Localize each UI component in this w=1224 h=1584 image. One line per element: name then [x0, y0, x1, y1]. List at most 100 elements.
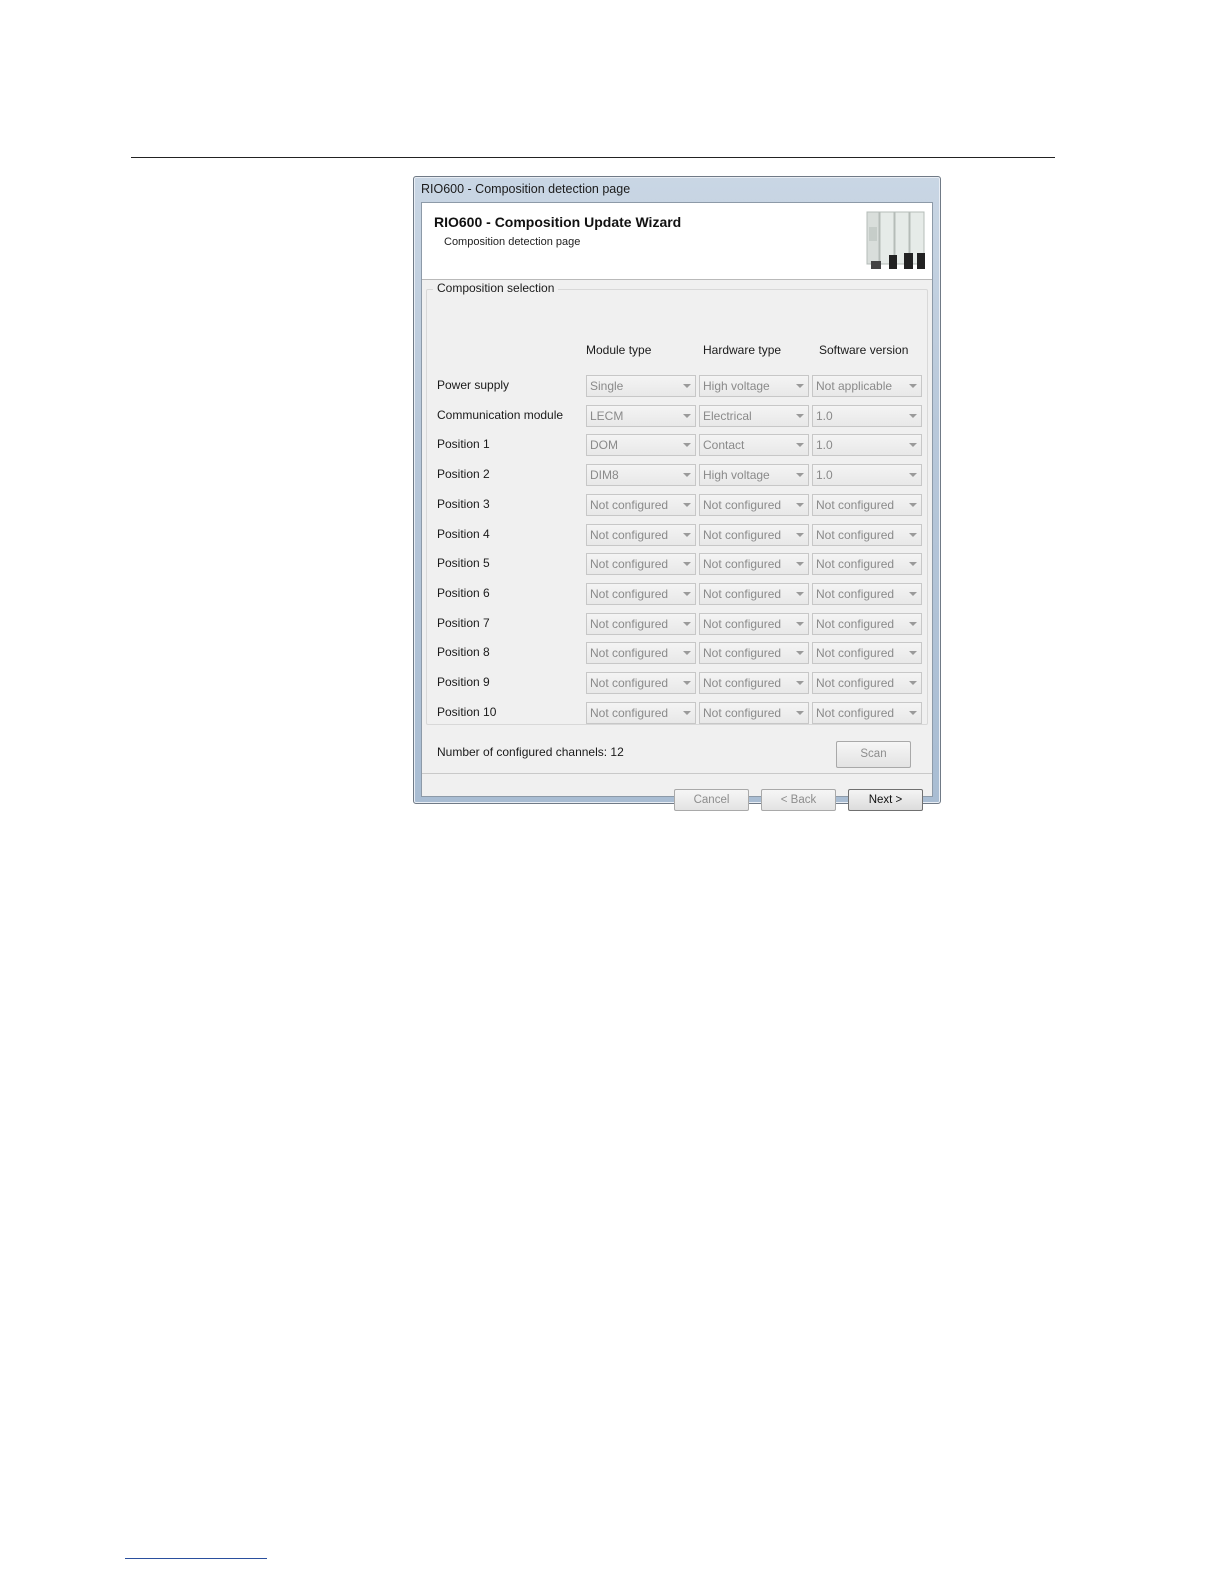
software-type-combobox[interactable]: Not applicable: [812, 375, 922, 397]
row-label: Power supply: [437, 378, 510, 392]
chevron-down-icon: [683, 711, 691, 715]
module-type-combobox[interactable]: Not configured: [586, 672, 696, 694]
chevron-down-icon: [796, 681, 804, 685]
hardware-type-combobox[interactable]: Not configured: [699, 524, 809, 546]
combobox-value: Not configured: [816, 706, 895, 720]
module-type-combobox[interactable]: Not configured: [586, 553, 696, 575]
next-button[interactable]: Next >: [848, 789, 923, 811]
combobox-value: Not configured: [816, 498, 895, 512]
row-label: Position 9: [437, 675, 490, 689]
software-type-combobox[interactable]: 1.0: [812, 434, 922, 456]
row-label: Position 5: [437, 556, 490, 570]
combobox-value: Not configured: [590, 706, 669, 720]
chevron-down-icon: [683, 622, 691, 626]
chevron-down-icon: [909, 414, 917, 418]
combobox-value: Single: [590, 379, 624, 393]
chevron-down-icon: [796, 473, 804, 477]
footnote-rule: [125, 1558, 267, 1559]
combobox-value: Not configured: [590, 617, 669, 631]
window-title: RIO600 - Composition detection page: [421, 182, 631, 196]
chevron-down-icon: [909, 711, 917, 715]
software-type-combobox[interactable]: Not configured: [812, 702, 922, 724]
combobox-value: Not configured: [816, 617, 895, 631]
module-type-combobox[interactable]: Single: [586, 375, 696, 397]
combobox-value: Not configured: [703, 498, 782, 512]
row-label: Communication module: [437, 408, 564, 422]
software-type-combobox[interactable]: Not configured: [812, 672, 922, 694]
cancel-button[interactable]: Cancel: [674, 789, 749, 811]
hardware-type-combobox[interactable]: Not configured: [699, 583, 809, 605]
combobox-value: DIM8: [590, 468, 619, 482]
chevron-down-icon: [796, 414, 804, 418]
chevron-down-icon: [683, 443, 691, 447]
chevron-down-icon: [683, 681, 691, 685]
module-type-combobox[interactable]: Not configured: [586, 702, 696, 724]
row-label: Position 8: [437, 645, 490, 659]
combobox-value: LECM: [590, 409, 624, 423]
chevron-down-icon: [683, 473, 691, 477]
row-label: Position 10: [437, 705, 497, 719]
module-type-combobox[interactable]: DIM8: [586, 464, 696, 486]
chevron-down-icon: [909, 681, 917, 685]
wizard-window: RIO600 - Composition detection page RIO6…: [413, 176, 941, 811]
software-type-combobox[interactable]: Not configured: [812, 613, 922, 635]
combobox-value: Not configured: [590, 528, 669, 542]
module-type-combobox[interactable]: DOM: [586, 434, 696, 456]
hardware-type-combobox[interactable]: Not configured: [699, 672, 809, 694]
combobox-value: Not configured: [816, 587, 895, 601]
hardware-type-combobox[interactable]: Not configured: [699, 553, 809, 575]
chevron-down-icon: [796, 384, 804, 388]
software-type-combobox[interactable]: 1.0: [812, 405, 922, 427]
combobox-value: Not configured: [703, 706, 782, 720]
module-type-combobox[interactable]: Not configured: [586, 642, 696, 664]
hardware-type-combobox[interactable]: Not configured: [699, 494, 809, 516]
hardware-type-combobox[interactable]: High voltage: [699, 464, 809, 486]
hardware-type-combobox[interactable]: Contact: [699, 434, 809, 456]
software-type-combobox[interactable]: 1.0: [812, 464, 922, 486]
combobox-value: Contact: [703, 438, 745, 452]
hardware-type-combobox[interactable]: Not configured: [699, 613, 809, 635]
combobox-value: DOM: [590, 438, 618, 452]
software-type-combobox[interactable]: Not configured: [812, 524, 922, 546]
combobox-value: Not configured: [590, 676, 669, 690]
combobox-value: Not configured: [590, 557, 669, 571]
combobox-value: Not configured: [703, 557, 782, 571]
row-label: Position 4: [437, 527, 490, 541]
combobox-value: Not configured: [703, 587, 782, 601]
combobox-value: Not configured: [816, 557, 895, 571]
chevron-down-icon: [909, 562, 917, 566]
scan-button[interactable]: Scan: [836, 741, 911, 768]
combobox-value: Not configured: [703, 646, 782, 660]
chevron-down-icon: [909, 533, 917, 537]
hardware-type-combobox[interactable]: Not configured: [699, 642, 809, 664]
chevron-down-icon: [909, 651, 917, 655]
combobox-value: High voltage: [703, 379, 770, 393]
chevron-down-icon: [683, 414, 691, 418]
combobox-value: 1.0: [816, 438, 833, 452]
software-type-combobox[interactable]: Not configured: [812, 642, 922, 664]
back-button[interactable]: < Back: [761, 789, 836, 811]
module-type-combobox[interactable]: LECM: [586, 405, 696, 427]
chevron-down-icon: [909, 503, 917, 507]
hardware-type-combobox[interactable]: Electrical: [699, 405, 809, 427]
software-type-combobox[interactable]: Not configured: [812, 583, 922, 605]
hardware-type-combobox[interactable]: Not configured: [699, 702, 809, 724]
module-type-combobox[interactable]: Not configured: [586, 583, 696, 605]
row-label: Position 6: [437, 586, 490, 600]
chevron-down-icon: [796, 622, 804, 626]
combobox-value: Not configured: [590, 498, 669, 512]
row-label: Position 7: [437, 616, 490, 630]
column-header-module-type: Module type: [586, 343, 652, 357]
combobox-value: 1.0: [816, 409, 833, 423]
module-type-combobox[interactable]: Not configured: [586, 524, 696, 546]
module-type-combobox[interactable]: Not configured: [586, 613, 696, 635]
chevron-down-icon: [796, 503, 804, 507]
hardware-type-combobox[interactable]: High voltage: [699, 375, 809, 397]
row-label: Position 3: [437, 497, 490, 511]
combobox-value: High voltage: [703, 468, 770, 482]
software-type-combobox[interactable]: Not configured: [812, 553, 922, 575]
group-title: Composition selection: [433, 281, 559, 295]
software-type-combobox[interactable]: Not configured: [812, 494, 922, 516]
chevron-down-icon: [683, 384, 691, 388]
module-type-combobox[interactable]: Not configured: [586, 494, 696, 516]
